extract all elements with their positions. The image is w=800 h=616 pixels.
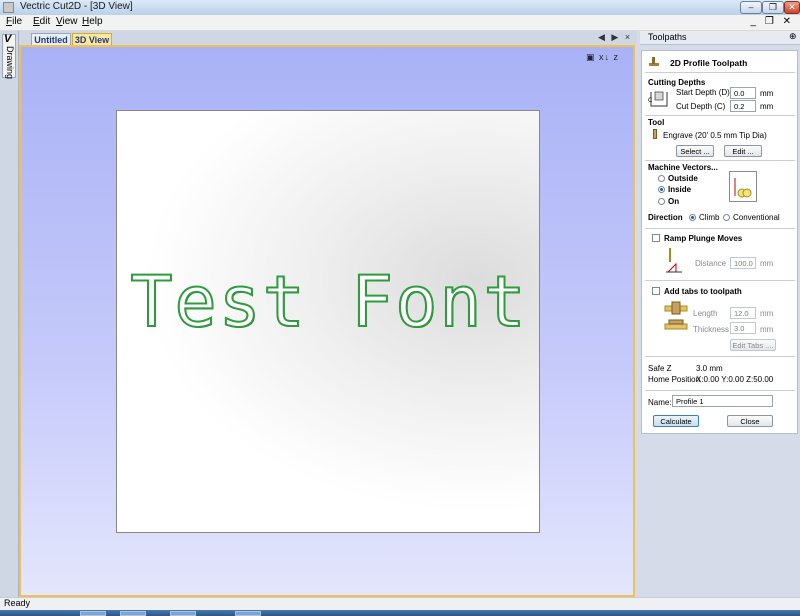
menu-file[interactable]: File bbox=[6, 16, 22, 27]
inside-label: Inside bbox=[668, 185, 692, 194]
cut-depth-field[interactable]: 0.2 bbox=[730, 100, 756, 112]
tab-3d-view[interactable]: 3D View bbox=[72, 33, 112, 45]
on-label: On bbox=[668, 197, 680, 206]
cut-depth-unit: mm bbox=[760, 102, 774, 111]
start-depth-field[interactable]: 0.0 bbox=[730, 87, 756, 99]
start-depth-label: Start Depth (D) bbox=[676, 88, 730, 97]
ramp-distance-field[interactable]: 100.0 bbox=[730, 257, 756, 269]
tool-heading: Tool bbox=[648, 118, 665, 127]
name-label: Name: bbox=[648, 398, 672, 407]
climb-radio[interactable] bbox=[689, 214, 696, 221]
home-position-value: X:0.00 Y:0.00 Z:50.00 bbox=[696, 375, 774, 384]
tab-length-label: Length bbox=[693, 309, 718, 318]
home-position-label: Home Position bbox=[648, 375, 701, 384]
view-orientation-icons[interactable]: ▣ x↓ z bbox=[586, 52, 619, 63]
pin-icon[interactable]: ⊕ bbox=[789, 31, 797, 42]
profile-toolpath-icon bbox=[649, 57, 659, 66]
on-radio[interactable] bbox=[658, 198, 665, 205]
calculate-button[interactable]: Calculate bbox=[653, 415, 699, 427]
machine-vectors-preview-icon bbox=[729, 171, 757, 202]
tab-untitled[interactable]: Untitled bbox=[31, 33, 71, 45]
edit-tabs-button[interactable]: Edit Tabs .... bbox=[730, 339, 776, 351]
safe-z-label: Safe Z bbox=[648, 364, 672, 373]
ramp-plunge-label: Ramp Plunge Moves bbox=[664, 234, 743, 243]
ramp-diagram-icon bbox=[666, 248, 682, 274]
start-depth-unit: mm bbox=[760, 89, 774, 98]
select-tool-button[interactable]: Select ... bbox=[676, 145, 714, 157]
close-window-button[interactable]: ✕ bbox=[784, 1, 800, 14]
engraved-text: Test Font bbox=[129, 260, 528, 344]
divider bbox=[645, 72, 795, 73]
tab-navigation-controls[interactable]: ◀ ▶ × bbox=[598, 32, 632, 43]
climb-label: Climb bbox=[699, 213, 720, 222]
menu-edit[interactable]: Edit bbox=[33, 16, 50, 27]
divider bbox=[645, 160, 795, 161]
ramp-distance-unit: mm bbox=[760, 259, 774, 268]
outside-label: Outside bbox=[668, 174, 698, 183]
divider bbox=[645, 280, 795, 281]
vectric-logo-icon: V bbox=[4, 33, 12, 45]
material-workpiece: Test Font bbox=[116, 110, 540, 533]
taskbar-button[interactable] bbox=[235, 611, 261, 616]
toolpaths-title: Toolpaths bbox=[648, 32, 687, 42]
drawing-tab-label: Drawing bbox=[5, 46, 15, 80]
app-icon bbox=[3, 2, 14, 13]
tab-length-unit: mm bbox=[760, 309, 774, 318]
conventional-radio[interactable] bbox=[723, 214, 730, 221]
tool-bit-icon bbox=[653, 129, 657, 139]
taskbar-button[interactable] bbox=[170, 611, 196, 616]
minimize-button[interactable]: – bbox=[740, 1, 762, 14]
ramp-plunge-checkbox[interactable] bbox=[652, 234, 660, 242]
machine-vectors-heading: Machine Vectors... bbox=[648, 163, 718, 172]
divider bbox=[645, 115, 795, 116]
tabs-diagram-icon bbox=[663, 300, 689, 336]
cut-depth-label: Cut Depth (C) bbox=[676, 102, 726, 111]
tab-length-field[interactable]: 12.0 bbox=[730, 307, 756, 319]
direction-label: Direction bbox=[648, 213, 683, 222]
maximize-button[interactable]: ❐ bbox=[762, 1, 784, 14]
inside-radio[interactable] bbox=[658, 186, 665, 193]
taskbar-button[interactable] bbox=[80, 611, 106, 616]
panel-title: 2D Profile Toolpath bbox=[670, 58, 748, 68]
divider bbox=[645, 356, 795, 357]
outside-radio[interactable] bbox=[658, 175, 665, 182]
taskbar-button[interactable] bbox=[120, 611, 146, 616]
tab-thickness-label: Thickness bbox=[693, 325, 730, 334]
left-tab-strip bbox=[0, 31, 19, 597]
divider bbox=[645, 390, 795, 391]
toolpath-name-field[interactable]: Profile 1 bbox=[672, 395, 773, 407]
add-tabs-checkbox[interactable] bbox=[652, 287, 660, 295]
cutting-depth-diagram-icon: C bbox=[648, 90, 670, 108]
tab-thickness-unit: mm bbox=[760, 325, 774, 334]
menu-bar bbox=[0, 15, 800, 31]
safe-z-value: 3.0 mm bbox=[696, 364, 723, 373]
tab-thickness-field[interactable]: 3.0 bbox=[730, 322, 756, 334]
mdi-window-controls[interactable]: _ ❐ ✕ bbox=[751, 16, 794, 27]
menu-help[interactable]: Help bbox=[82, 16, 103, 27]
menu-view[interactable]: View bbox=[56, 16, 78, 27]
cutting-depths-heading: Cutting Depths bbox=[648, 78, 706, 87]
svg-text:C: C bbox=[648, 97, 652, 104]
tool-name: Engrave (20' 0.5 mm Tip Dia) bbox=[663, 131, 767, 140]
edit-tool-button[interactable]: Edit ... bbox=[724, 145, 762, 157]
status-text: Ready bbox=[4, 598, 31, 608]
conventional-label: Conventional bbox=[733, 213, 780, 222]
status-bar bbox=[0, 597, 800, 611]
window-title: Vectric Cut2D - [3D View] bbox=[20, 1, 133, 12]
close-panel-button[interactable]: Close bbox=[727, 415, 773, 427]
add-tabs-label: Add tabs to toolpath bbox=[664, 287, 742, 296]
ramp-distance-label: Distance bbox=[695, 259, 727, 268]
divider bbox=[645, 228, 795, 229]
